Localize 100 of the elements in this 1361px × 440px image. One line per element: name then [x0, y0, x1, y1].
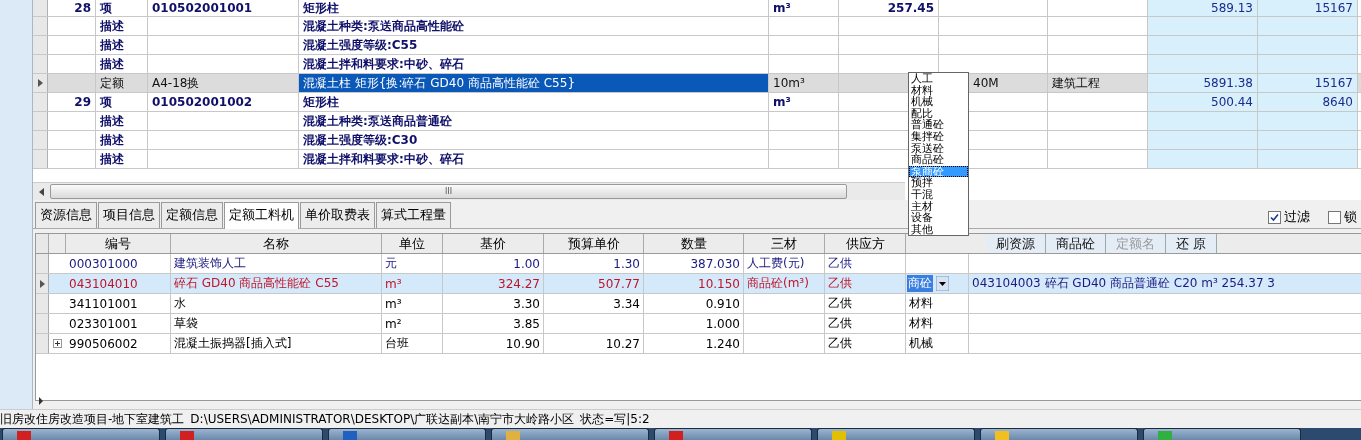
dropdown-item[interactable]: 商品砼 [909, 154, 968, 166]
taskbar-button[interactable] [980, 428, 1138, 440]
table-cell: 台班 [382, 334, 443, 353]
table-cell: 0.910 [644, 294, 744, 313]
column-header[interactable]: 基价 [480, 234, 506, 253]
table-row[interactable]: 990506002 混凝土振捣器[插入式] 台班 10.90 10.27 1.240 乙供 机械 [36, 334, 1361, 354]
table-cell: 混凝土振捣器[插入式] [171, 334, 382, 353]
scroll-left-icon[interactable] [39, 187, 44, 196]
dropdown-item[interactable]: 干混 [909, 188, 968, 201]
table-cell: 3.85 [443, 314, 544, 333]
column-header[interactable]: 编号 [105, 234, 131, 253]
table-cell: 023301001 [66, 314, 171, 333]
table-cell: 混凝土强度等级:C30 [299, 131, 769, 149]
scroll-arrow-icon[interactable] [38, 397, 44, 405]
tab[interactable]: 算式工程量 [376, 202, 451, 228]
table-cell: 010502001001 [148, 0, 299, 16]
taskbar-button[interactable] [165, 428, 323, 440]
dropdown-item[interactable]: 其他 [909, 223, 968, 236]
tab[interactable]: 定额信息 [161, 202, 223, 228]
table-cell: 混凝土种类:泵送商品高性能砼 [299, 17, 769, 35]
table-cell: 矩形柱 [299, 0, 769, 16]
table-row[interactable]: 描述 混凝土种类:泵送商品高性能砼 [33, 17, 1361, 36]
table-cell: 387.030 [644, 254, 744, 273]
column-header[interactable]: 预算单价 [567, 234, 620, 253]
table-row[interactable]: 341101001 水 m³ 3.30 3.34 0.910 乙供 材料 [36, 294, 1361, 314]
table-cell: 500.44 [1148, 93, 1258, 111]
table-cell: 10m³ [769, 74, 839, 92]
table-row[interactable]: 28 项 010502001001 矩形柱 m³ 257.45 589.13 15167 [33, 0, 1361, 17]
tab[interactable]: 项目信息 [98, 202, 160, 228]
table-row[interactable]: 043104010 碎石 GD40 商品高性能砼 C55 m³ 324.27 507.77 10.150 商品砼(m³) 乙供 商砼 043104003 碎石 GD40 商品普通砼 C20 m³ 254.37 3 [36, 274, 1361, 294]
table-cell: 507.77 [544, 274, 644, 293]
dropdown-item[interactable]: 普通砼 [909, 119, 968, 131]
table-cell: 3.34 [544, 294, 644, 313]
table-cell: 人工费(元) [744, 254, 825, 273]
dropdown-arrow-icon[interactable] [936, 276, 949, 291]
taskbar-button[interactable] [491, 428, 649, 440]
column-header[interactable]: 名称 [263, 234, 289, 253]
tab[interactable]: 定额工料机 [224, 202, 299, 229]
toolbar-button[interactable]: 商品砼 [1046, 234, 1106, 253]
horizontal-scrollbar[interactable]: III [33, 182, 905, 200]
table-cell: 混凝土强度等级:C55 [299, 36, 769, 54]
table-cell: 589.13 [1148, 0, 1258, 16]
table-cell: 29 [48, 93, 96, 111]
table-cell: 1.000 [644, 314, 744, 333]
table-cell: 1.00 [443, 254, 544, 273]
table-cell: 矩形柱 [299, 93, 769, 111]
table-cell: m³ [382, 274, 443, 293]
status-text: 状态=写|5:2 [580, 410, 650, 428]
dropdown-item[interactable]: 机械 [909, 96, 968, 108]
table-cell: 乙供 [825, 294, 906, 313]
tab[interactable]: 单价取费表 [300, 202, 375, 228]
table-cell: 8640 [1258, 93, 1358, 111]
checkbox[interactable] [1328, 210, 1341, 224]
table-cell: 定额 [96, 74, 148, 92]
column-header[interactable]: 供应方 [845, 234, 885, 253]
table-cell: 000301000 [66, 254, 171, 273]
table-cell: 257.45 [839, 0, 939, 16]
toolbar-button[interactable]: 还 原 [1166, 234, 1218, 253]
table-cell: m² [382, 314, 443, 333]
checkbox[interactable] [1268, 210, 1281, 224]
table-cell: 3.30 [443, 294, 544, 313]
dropdown-item[interactable]: 预拌 [909, 177, 968, 189]
table-cell: 28 [48, 0, 96, 16]
taskbar-button[interactable] [817, 428, 975, 440]
table-cell: 15167 [1258, 74, 1358, 92]
scrollbar-thumb[interactable]: III [50, 184, 847, 200]
dropdown-item[interactable]: 集拌砼 [909, 130, 968, 143]
table-cell: 15167 [1258, 0, 1358, 16]
table-cell: 碎石 GD40 商品高性能砼 C55 [171, 274, 382, 293]
table-cell: m³ [769, 93, 839, 111]
table-cell: 混凝土拌和料要求:中砂、碎石 [299, 55, 769, 73]
table-cell: 1.240 [644, 334, 744, 353]
table-cell: 043104010 [66, 274, 171, 293]
taskbar-button[interactable] [654, 428, 812, 440]
table-cell: 描述 [96, 17, 148, 35]
table-cell: 混凝土拌和料要求:中砂、碎石 [299, 150, 769, 168]
checkbox-label: 锁 [1344, 208, 1357, 226]
table-row[interactable]: 描述 混凝土强度等级:C55 [33, 36, 1361, 55]
checkbox-label: 过滤 [1284, 208, 1310, 226]
dropdown-item[interactable]: 主材 [909, 200, 968, 213]
taskbar-button[interactable] [1143, 428, 1301, 440]
column-header[interactable]: 三材 [771, 234, 797, 253]
toolbar-button[interactable]: 刷资源 [986, 234, 1046, 253]
table-cell: 010502001002 [148, 93, 299, 111]
taskbar-button[interactable] [2, 428, 160, 440]
column-header[interactable]: 单位 [399, 234, 425, 253]
table-cell: 乙供 [825, 254, 906, 273]
row-header[interactable] [36, 274, 49, 293]
table-cell: 建筑装饰人工 [171, 254, 382, 273]
dropdown-item[interactable]: 设备 [909, 212, 968, 224]
table-row[interactable]: 023301001 草袋 m² 3.85 1.000 乙供 材料 [36, 314, 1361, 334]
tab[interactable]: 资源信息 [35, 202, 97, 228]
table-cell: 描述 [96, 36, 148, 54]
status-text: 旧房改住房改造项目-地下室建筑工 [0, 410, 185, 428]
expand-icon[interactable] [53, 339, 62, 348]
row-header[interactable] [33, 74, 48, 92]
table-cell: 10.150 [644, 274, 744, 293]
column-header[interactable]: 数量 [680, 234, 707, 253]
table-cell: 324.27 [443, 274, 544, 293]
taskbar-button[interactable] [328, 428, 486, 440]
